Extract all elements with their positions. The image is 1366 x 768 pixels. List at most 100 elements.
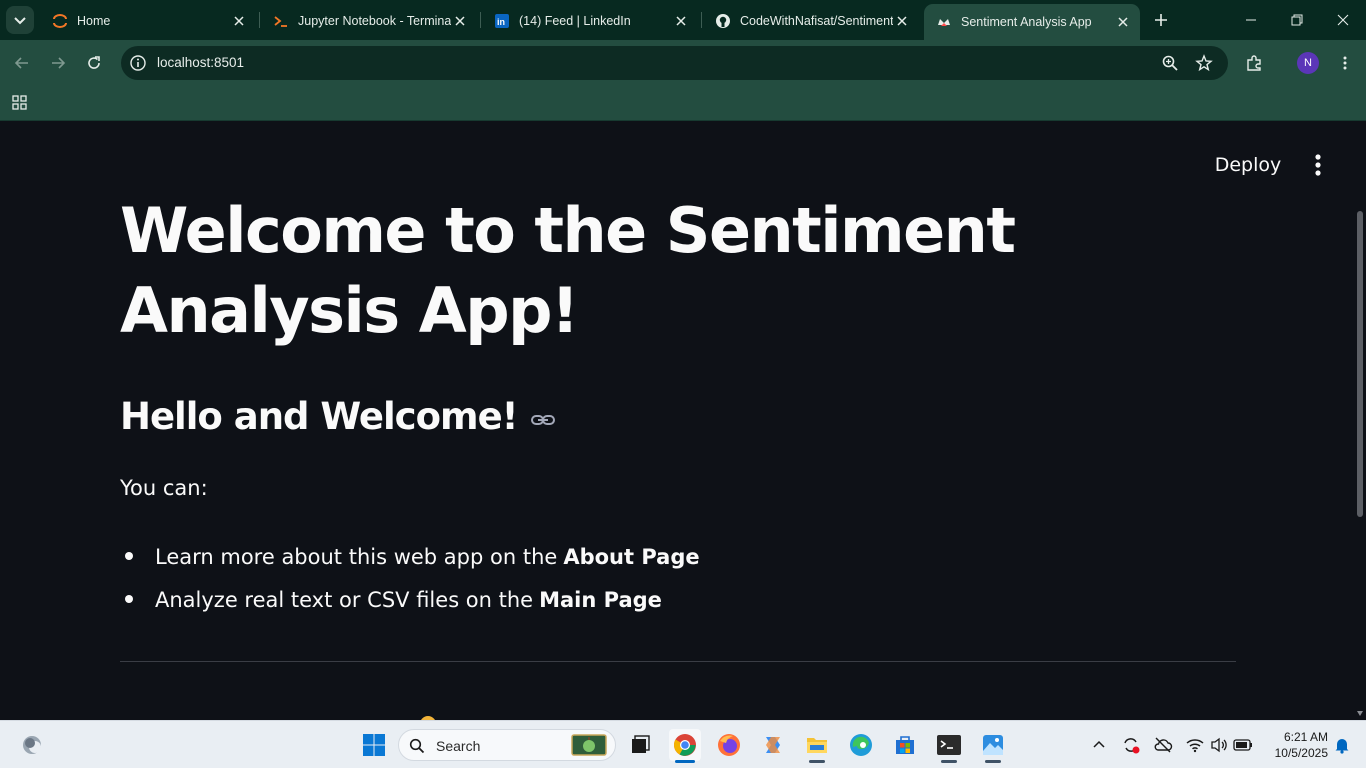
taskbar-firefox[interactable] [713,729,745,761]
restore-icon [1291,14,1303,26]
tab-jupyter-terminal[interactable]: Jupyter Notebook - Terminal [261,6,477,36]
chrome-icon [674,734,696,756]
subheader-text: Hello and Welcome! [120,395,519,438]
network-status[interactable] [1183,733,1207,757]
windows-taskbar: Search 6:21 AM 10/5/2025 [0,720,1366,768]
scrollbar[interactable] [1354,121,1366,720]
notifications-button[interactable] [1330,733,1354,757]
running-indicator [809,760,825,763]
more-vertical-icon [1343,56,1347,70]
tab-linkedin[interactable]: in (14) Feed | LinkedIn [482,6,698,36]
tab-strip: Home Jupyter Notebook - Terminal in (14)… [0,0,1366,40]
taskbar-terminal[interactable] [933,729,965,763]
cloud-status[interactable] [1151,733,1175,757]
file-explorer-icon [807,738,827,753]
close-icon[interactable] [893,12,911,30]
divider [120,661,1236,662]
taskbar-search[interactable]: Search [398,729,616,761]
bell-icon [1335,739,1349,754]
tab-github[interactable]: CodeWithNafisat/Sentiment [703,6,919,36]
search-placeholder: Search [436,738,481,754]
deploy-button[interactable]: Deploy [1205,147,1291,183]
start-button[interactable] [358,729,390,761]
tab-sentiment-app[interactable]: Sentiment Analysis App [924,4,1140,40]
battery-status[interactable] [1231,733,1255,757]
url-text[interactable]: localhost:8501 [157,55,244,70]
svg-text:in: in [497,17,505,27]
sync-icon [1124,738,1140,754]
wifi-icon [1186,739,1204,753]
apps-grid-icon[interactable] [11,94,29,112]
subheader: Hello and Welcome! [120,395,556,438]
list-item: Learn more about this web app on the Abo… [120,535,700,578]
search-highlight-icon [571,734,607,756]
forward-button[interactable] [44,49,72,77]
tab-title: Home [77,14,111,28]
terminal-icon [937,735,961,755]
link-icon[interactable] [530,407,556,433]
taskbar-file-explorer[interactable] [801,729,833,763]
close-window-button[interactable] [1320,0,1366,40]
show-hidden-icons-button[interactable] [1087,733,1111,757]
tab-title: Sentiment Analysis App [961,15,1092,29]
terminal-icon [273,13,289,29]
site-info-icon[interactable] [129,54,147,72]
arrow-left-icon [14,57,28,69]
more-vertical-icon[interactable] [1304,151,1332,179]
running-indicator [985,760,1001,763]
bookmark-star-icon[interactable] [1194,53,1214,73]
weather-widget[interactable] [16,729,48,761]
new-tab-button[interactable] [1148,7,1174,33]
tab-title: Jupyter Notebook - Terminal [298,14,451,28]
streamlit-page: Deploy Welcome to the Sentiment Analysis… [0,121,1366,720]
bookmarks-bar [0,86,1366,121]
tab-title: (14) Feed | LinkedIn [519,14,631,28]
weather-icon [23,736,41,754]
bullet-dot [125,552,133,560]
list-item: Analyze real text or CSV files on the Ma… [120,578,700,621]
address-bar[interactable]: localhost:8501 [121,46,1228,80]
feature-list: Learn more about this web app on the Abo… [120,535,700,621]
github-icon [715,13,731,29]
taskbar-edge[interactable] [845,729,877,761]
back-button[interactable] [8,49,36,77]
minimize-button[interactable] [1228,0,1274,40]
zoom-icon[interactable] [1160,53,1180,73]
task-view-button[interactable] [624,729,656,761]
battery-icon [1233,739,1252,751]
page-title: Welcome to the Sentiment Analysis App! [120,194,1016,347]
taskbar-store[interactable] [889,729,921,761]
linkedin-icon: in [494,13,510,29]
speaker-icon [1211,737,1227,753]
chevron-up-icon [1093,740,1105,748]
tab-home[interactable]: Home [40,6,256,36]
close-icon[interactable] [1114,13,1132,31]
tab-separator [480,12,481,28]
copilot-icon [766,737,780,753]
close-icon[interactable] [672,12,690,30]
search-icon [409,738,425,754]
close-icon[interactable] [451,12,469,30]
list-item-bold: About Page [563,544,700,569]
extensions-button[interactable] [1240,49,1268,77]
windows-logo-icon [363,734,385,756]
taskbar-photos[interactable] [977,729,1009,763]
volume-status[interactable] [1207,733,1231,757]
taskbar-chrome[interactable] [669,729,701,763]
list-item-bold: Main Page [539,587,662,612]
tab-search-button[interactable] [6,6,34,34]
profile-avatar[interactable]: N [1297,52,1319,74]
taskbar-copilot[interactable] [757,729,789,761]
sync-status[interactable] [1119,733,1143,757]
tab-title: CodeWithNafisat/Sentiment [740,14,893,28]
plus-icon [1155,14,1167,26]
list-item-text: Analyze real text or CSV files on the [155,587,534,612]
reload-button[interactable] [80,49,108,77]
restore-button[interactable] [1274,0,1320,40]
browser-menu-button[interactable] [1331,49,1359,77]
system-clock[interactable]: 6:21 AM 10/5/2025 [1262,729,1328,761]
scrollbar-thumb[interactable] [1357,211,1363,517]
scroll-down-arrow-icon[interactable] [1357,711,1363,716]
close-icon[interactable] [230,12,248,30]
minimize-icon [1246,19,1256,21]
